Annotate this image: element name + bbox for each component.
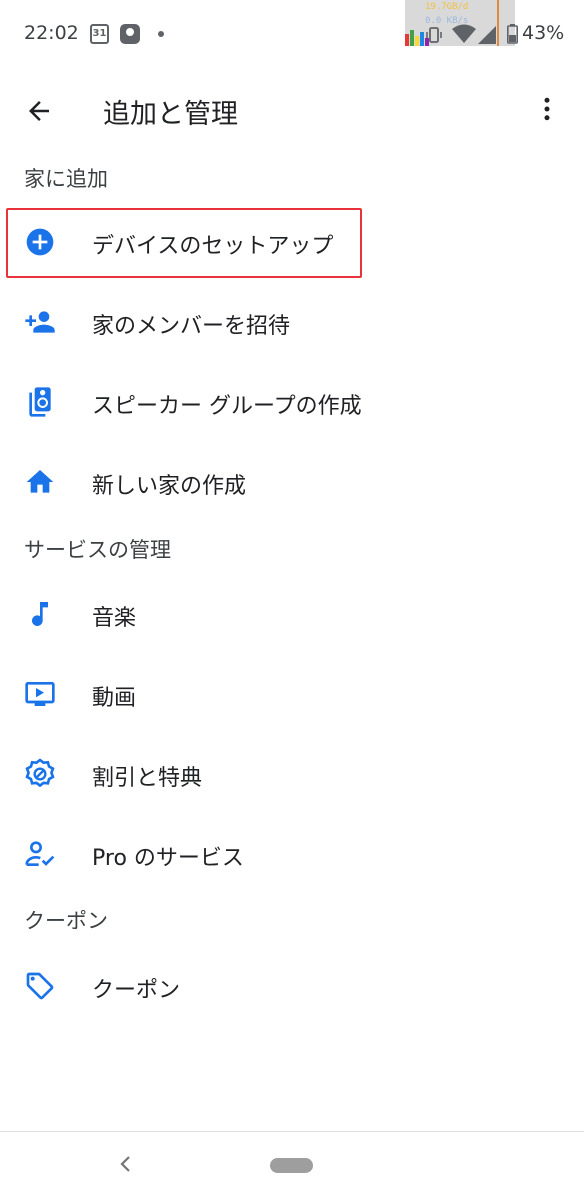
list-item-new-home[interactable]: 新しい家の作成	[0, 446, 584, 518]
tag-icon	[26, 972, 54, 1000]
arrow-back-icon[interactable]	[24, 96, 54, 126]
list-item-music[interactable]: 音楽	[0, 578, 584, 650]
screen: 22:02 31 19.7GB/d 0.0 KB/s 43% 追加と管理 家に追…	[0, 0, 584, 1200]
section-header-coupons: クーポン	[24, 909, 108, 933]
app-bar: 追加と管理	[0, 72, 584, 148]
status-bar: 22:02 31 19.7GB/d 0.0 KB/s 43%	[0, 0, 584, 70]
section-header-manage-services: サービスの管理	[24, 538, 171, 562]
vibrate-icon	[426, 27, 442, 43]
nav-divider	[0, 1131, 584, 1132]
nav-home-pill[interactable]	[270, 1158, 313, 1173]
list-item-label: 音楽	[92, 606, 137, 631]
assistant-notification-icon	[120, 24, 140, 44]
discount-badge-icon	[25, 758, 55, 788]
person-add-icon	[25, 311, 55, 333]
music-note-icon	[32, 602, 48, 626]
list-item-label: クーポン	[92, 978, 181, 1003]
add-circle-icon	[26, 228, 54, 256]
net-speed-total: 19.7GB/d	[425, 2, 469, 12]
list-item-label: 新しい家の作成	[92, 474, 247, 499]
battery-icon	[507, 24, 518, 44]
status-time: 22:02	[24, 22, 79, 44]
list-item-label: スピーカー グループの作成	[92, 394, 362, 419]
more-notifications-dot-icon	[158, 31, 164, 37]
speaker-icon	[29, 387, 51, 417]
list-item-speaker-group[interactable]: スピーカー グループの作成	[0, 366, 584, 438]
pro-person-check-icon	[25, 841, 55, 866]
list-item-label: 動画	[92, 686, 137, 711]
calendar-icon: 31	[90, 24, 109, 44]
list-item-video[interactable]: 動画	[0, 658, 584, 730]
list-item-discounts[interactable]: 割引と特典	[0, 738, 584, 810]
signal-icon	[478, 26, 496, 44]
list-item-label: デバイスのセットアップ	[92, 234, 334, 259]
list-item-label: 割引と特典	[92, 766, 203, 791]
wifi-icon	[452, 24, 476, 43]
nav-back-icon[interactable]	[114, 1152, 138, 1176]
list-item-label: Pro のサービス	[92, 846, 244, 871]
more-vert-icon[interactable]	[532, 94, 562, 124]
net-marker	[497, 0, 499, 46]
list-item-pro-services[interactable]: Pro のサービス	[0, 818, 584, 890]
list-item-invite-member[interactable]: 家のメンバーを招待	[0, 286, 584, 358]
list-item-device-setup[interactable]: デバイスのセットアップ	[0, 206, 584, 278]
list-item-label: 家のメンバーを招待	[92, 314, 291, 339]
video-play-icon	[25, 682, 55, 706]
page-title: 追加と管理	[103, 99, 238, 130]
home-icon	[26, 470, 54, 493]
list-item-coupons[interactable]: クーポン	[0, 950, 584, 1022]
battery-percent: 43%	[522, 22, 565, 44]
section-header-add-to-home: 家に追加	[24, 167, 108, 191]
